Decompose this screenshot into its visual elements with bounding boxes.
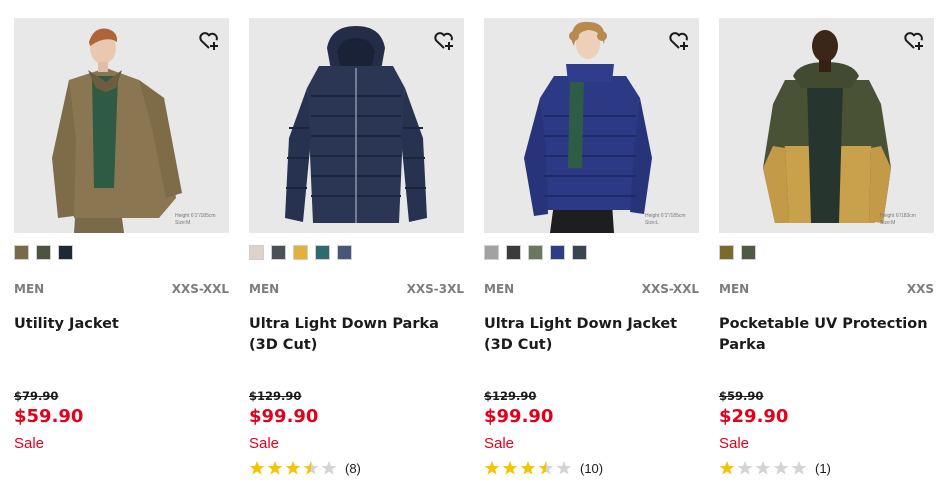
star-empty-icon bbox=[755, 461, 771, 475]
product-rating: (10) bbox=[484, 459, 603, 477]
model-size-note: Height 6'1"/185cm Size:M bbox=[175, 213, 216, 226]
color-swatch[interactable] bbox=[572, 245, 587, 260]
color-swatches bbox=[484, 245, 587, 261]
color-swatch[interactable] bbox=[506, 245, 521, 260]
original-price: $79.90 bbox=[14, 389, 59, 403]
gender-label: MEN bbox=[14, 282, 45, 296]
product-image[interactable]: Height 6'/183cm Size:M bbox=[719, 18, 934, 233]
product-card[interactable]: MEN XXS-3XL Ultra Light Down Parka (3D C… bbox=[249, 18, 464, 488]
star-half-icon bbox=[303, 461, 319, 475]
color-swatch[interactable] bbox=[271, 245, 286, 260]
review-count[interactable]: (1) bbox=[815, 461, 831, 476]
rating-stars bbox=[249, 460, 337, 476]
sale-flag: Sale bbox=[484, 435, 515, 452]
color-swatch[interactable] bbox=[293, 245, 308, 260]
product-meta: MEN XXS-3XL bbox=[249, 282, 464, 298]
color-swatch[interactable] bbox=[315, 245, 330, 260]
star-empty-icon bbox=[791, 461, 807, 475]
size-range: XXS-XXL bbox=[171, 282, 229, 296]
color-swatches bbox=[14, 245, 73, 261]
sale-price: $29.90 bbox=[719, 406, 789, 427]
star-full-icon bbox=[520, 461, 536, 475]
product-meta: MEN XXS bbox=[719, 282, 934, 298]
rating-stars bbox=[484, 460, 572, 476]
color-swatch[interactable] bbox=[719, 245, 734, 260]
review-count[interactable]: (10) bbox=[580, 461, 603, 476]
product-name[interactable]: Pocketable UV Protection Parka bbox=[719, 314, 934, 356]
star-full-icon bbox=[502, 461, 518, 475]
color-swatch[interactable] bbox=[337, 245, 352, 260]
star-full-icon bbox=[484, 461, 500, 475]
product-image[interactable] bbox=[249, 18, 464, 233]
star-empty-icon bbox=[773, 461, 789, 475]
color-swatch[interactable] bbox=[741, 245, 756, 260]
original-price: $129.90 bbox=[249, 389, 302, 403]
product-grid: Height 6'1"/185cm Size:M MEN XXS-XXL Uti… bbox=[14, 18, 946, 492]
product-card[interactable]: Height 6'1"/185cm Size:L MEN XXS-XXL Ult… bbox=[484, 18, 699, 488]
color-swatch[interactable] bbox=[14, 245, 29, 260]
color-swatch[interactable] bbox=[58, 245, 73, 260]
model-size-note: Height 6'/183cm Size:M bbox=[880, 213, 916, 226]
star-empty-icon bbox=[321, 461, 337, 475]
original-price: $59.90 bbox=[719, 389, 764, 403]
gender-label: MEN bbox=[484, 282, 515, 296]
star-half-icon bbox=[538, 461, 554, 475]
color-swatches bbox=[249, 245, 352, 261]
sale-price: $99.90 bbox=[249, 406, 319, 427]
sale-flag: Sale bbox=[249, 435, 280, 452]
star-full-icon bbox=[267, 461, 283, 475]
rating-stars bbox=[719, 460, 807, 476]
star-full-icon bbox=[249, 461, 265, 475]
star-empty-icon bbox=[737, 461, 753, 475]
product-rating: (8) bbox=[249, 459, 361, 477]
add-to-wishlist-icon[interactable] bbox=[197, 28, 221, 52]
star-empty-icon bbox=[556, 461, 572, 475]
size-range: XXS-3XL bbox=[406, 282, 464, 296]
add-to-wishlist-icon[interactable] bbox=[667, 28, 691, 52]
product-meta: MEN XXS-XXL bbox=[14, 282, 229, 298]
gender-label: MEN bbox=[249, 282, 280, 296]
gender-label: MEN bbox=[719, 282, 750, 296]
color-swatches bbox=[719, 245, 756, 261]
color-swatch[interactable] bbox=[36, 245, 51, 260]
review-count[interactable]: (8) bbox=[345, 461, 361, 476]
color-swatch[interactable] bbox=[528, 245, 543, 260]
product-image[interactable]: Height 6'1"/185cm Size:L bbox=[484, 18, 699, 233]
sale-flag: Sale bbox=[14, 435, 45, 452]
sale-flag: Sale bbox=[719, 435, 750, 452]
original-price: $129.90 bbox=[484, 389, 537, 403]
sale-price: $59.90 bbox=[14, 406, 84, 427]
product-card[interactable]: Height 6'/183cm Size:M MEN XXS Pocketabl… bbox=[719, 18, 934, 488]
size-range: XXS-XXL bbox=[641, 282, 699, 296]
product-card[interactable]: Height 6'1"/185cm Size:M MEN XXS-XXL Uti… bbox=[14, 18, 229, 488]
add-to-wishlist-icon[interactable] bbox=[902, 28, 926, 52]
product-name[interactable]: Ultra Light Down Jacket (3D Cut) bbox=[484, 314, 699, 356]
star-full-icon bbox=[285, 461, 301, 475]
model-size-note: Height 6'1"/185cm Size:L bbox=[645, 213, 686, 226]
product-name[interactable]: Utility Jacket bbox=[14, 314, 229, 335]
product-image[interactable]: Height 6'1"/185cm Size:M bbox=[14, 18, 229, 233]
product-name[interactable]: Ultra Light Down Parka (3D Cut) bbox=[249, 314, 464, 356]
color-swatch[interactable] bbox=[249, 245, 264, 260]
sale-price: $99.90 bbox=[484, 406, 554, 427]
product-rating: (1) bbox=[719, 459, 831, 477]
color-swatch[interactable] bbox=[484, 245, 499, 260]
star-full-icon bbox=[719, 461, 735, 475]
size-range: XXS bbox=[906, 282, 934, 296]
add-to-wishlist-icon[interactable] bbox=[432, 28, 456, 52]
product-meta: MEN XXS-XXL bbox=[484, 282, 699, 298]
color-swatch[interactable] bbox=[550, 245, 565, 260]
